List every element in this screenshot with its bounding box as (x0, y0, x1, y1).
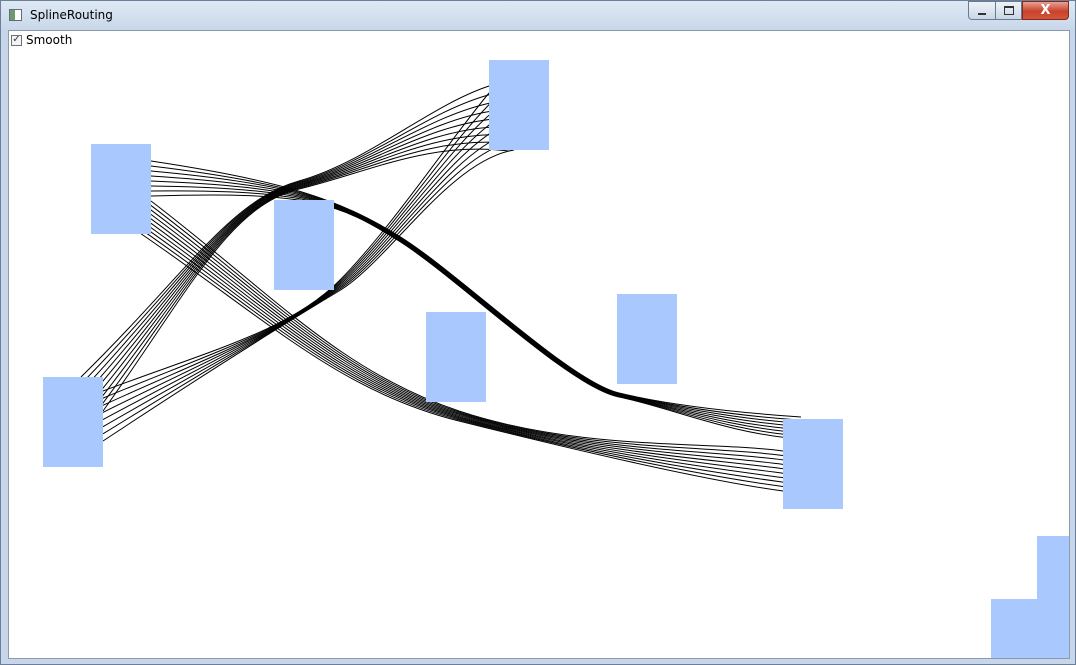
smooth-checkbox[interactable]: ✓ (11, 34, 22, 46)
close-icon: X (1040, 3, 1051, 18)
maximize-icon (1003, 6, 1014, 15)
application-window: SplineRouting X ✓ Smooth (0, 0, 1076, 665)
graph-canvas-area[interactable]: ✓ Smooth (8, 30, 1070, 659)
window-title: SplineRouting (30, 8, 113, 22)
title-bar[interactable]: SplineRouting X (1, 1, 1075, 30)
graph-canvas[interactable] (9, 31, 1070, 659)
maximize-button[interactable] (995, 1, 1022, 20)
smooth-label: Smooth (26, 33, 73, 47)
graph-node-d[interactable] (43, 377, 103, 467)
smooth-toggle[interactable]: ✓ Smooth (10, 32, 72, 48)
close-button[interactable]: X (1022, 1, 1069, 20)
graph-node-c[interactable] (274, 200, 334, 290)
edge-bundles (80, 85, 802, 492)
check-icon: ✓ (12, 34, 21, 45)
minimize-button[interactable] (968, 1, 995, 20)
app-icon (9, 9, 22, 21)
caption-buttons: X (968, 1, 1069, 21)
graph-node-g[interactable] (783, 419, 843, 509)
graph-node-b[interactable] (489, 60, 549, 150)
graph-node-i[interactable] (991, 599, 1070, 659)
graph-node-h[interactable] (1037, 536, 1070, 606)
graph-node-e[interactable] (426, 312, 486, 402)
graph-node-a[interactable] (91, 144, 151, 234)
minimize-icon (978, 12, 986, 15)
graph-node-f[interactable] (617, 294, 677, 384)
